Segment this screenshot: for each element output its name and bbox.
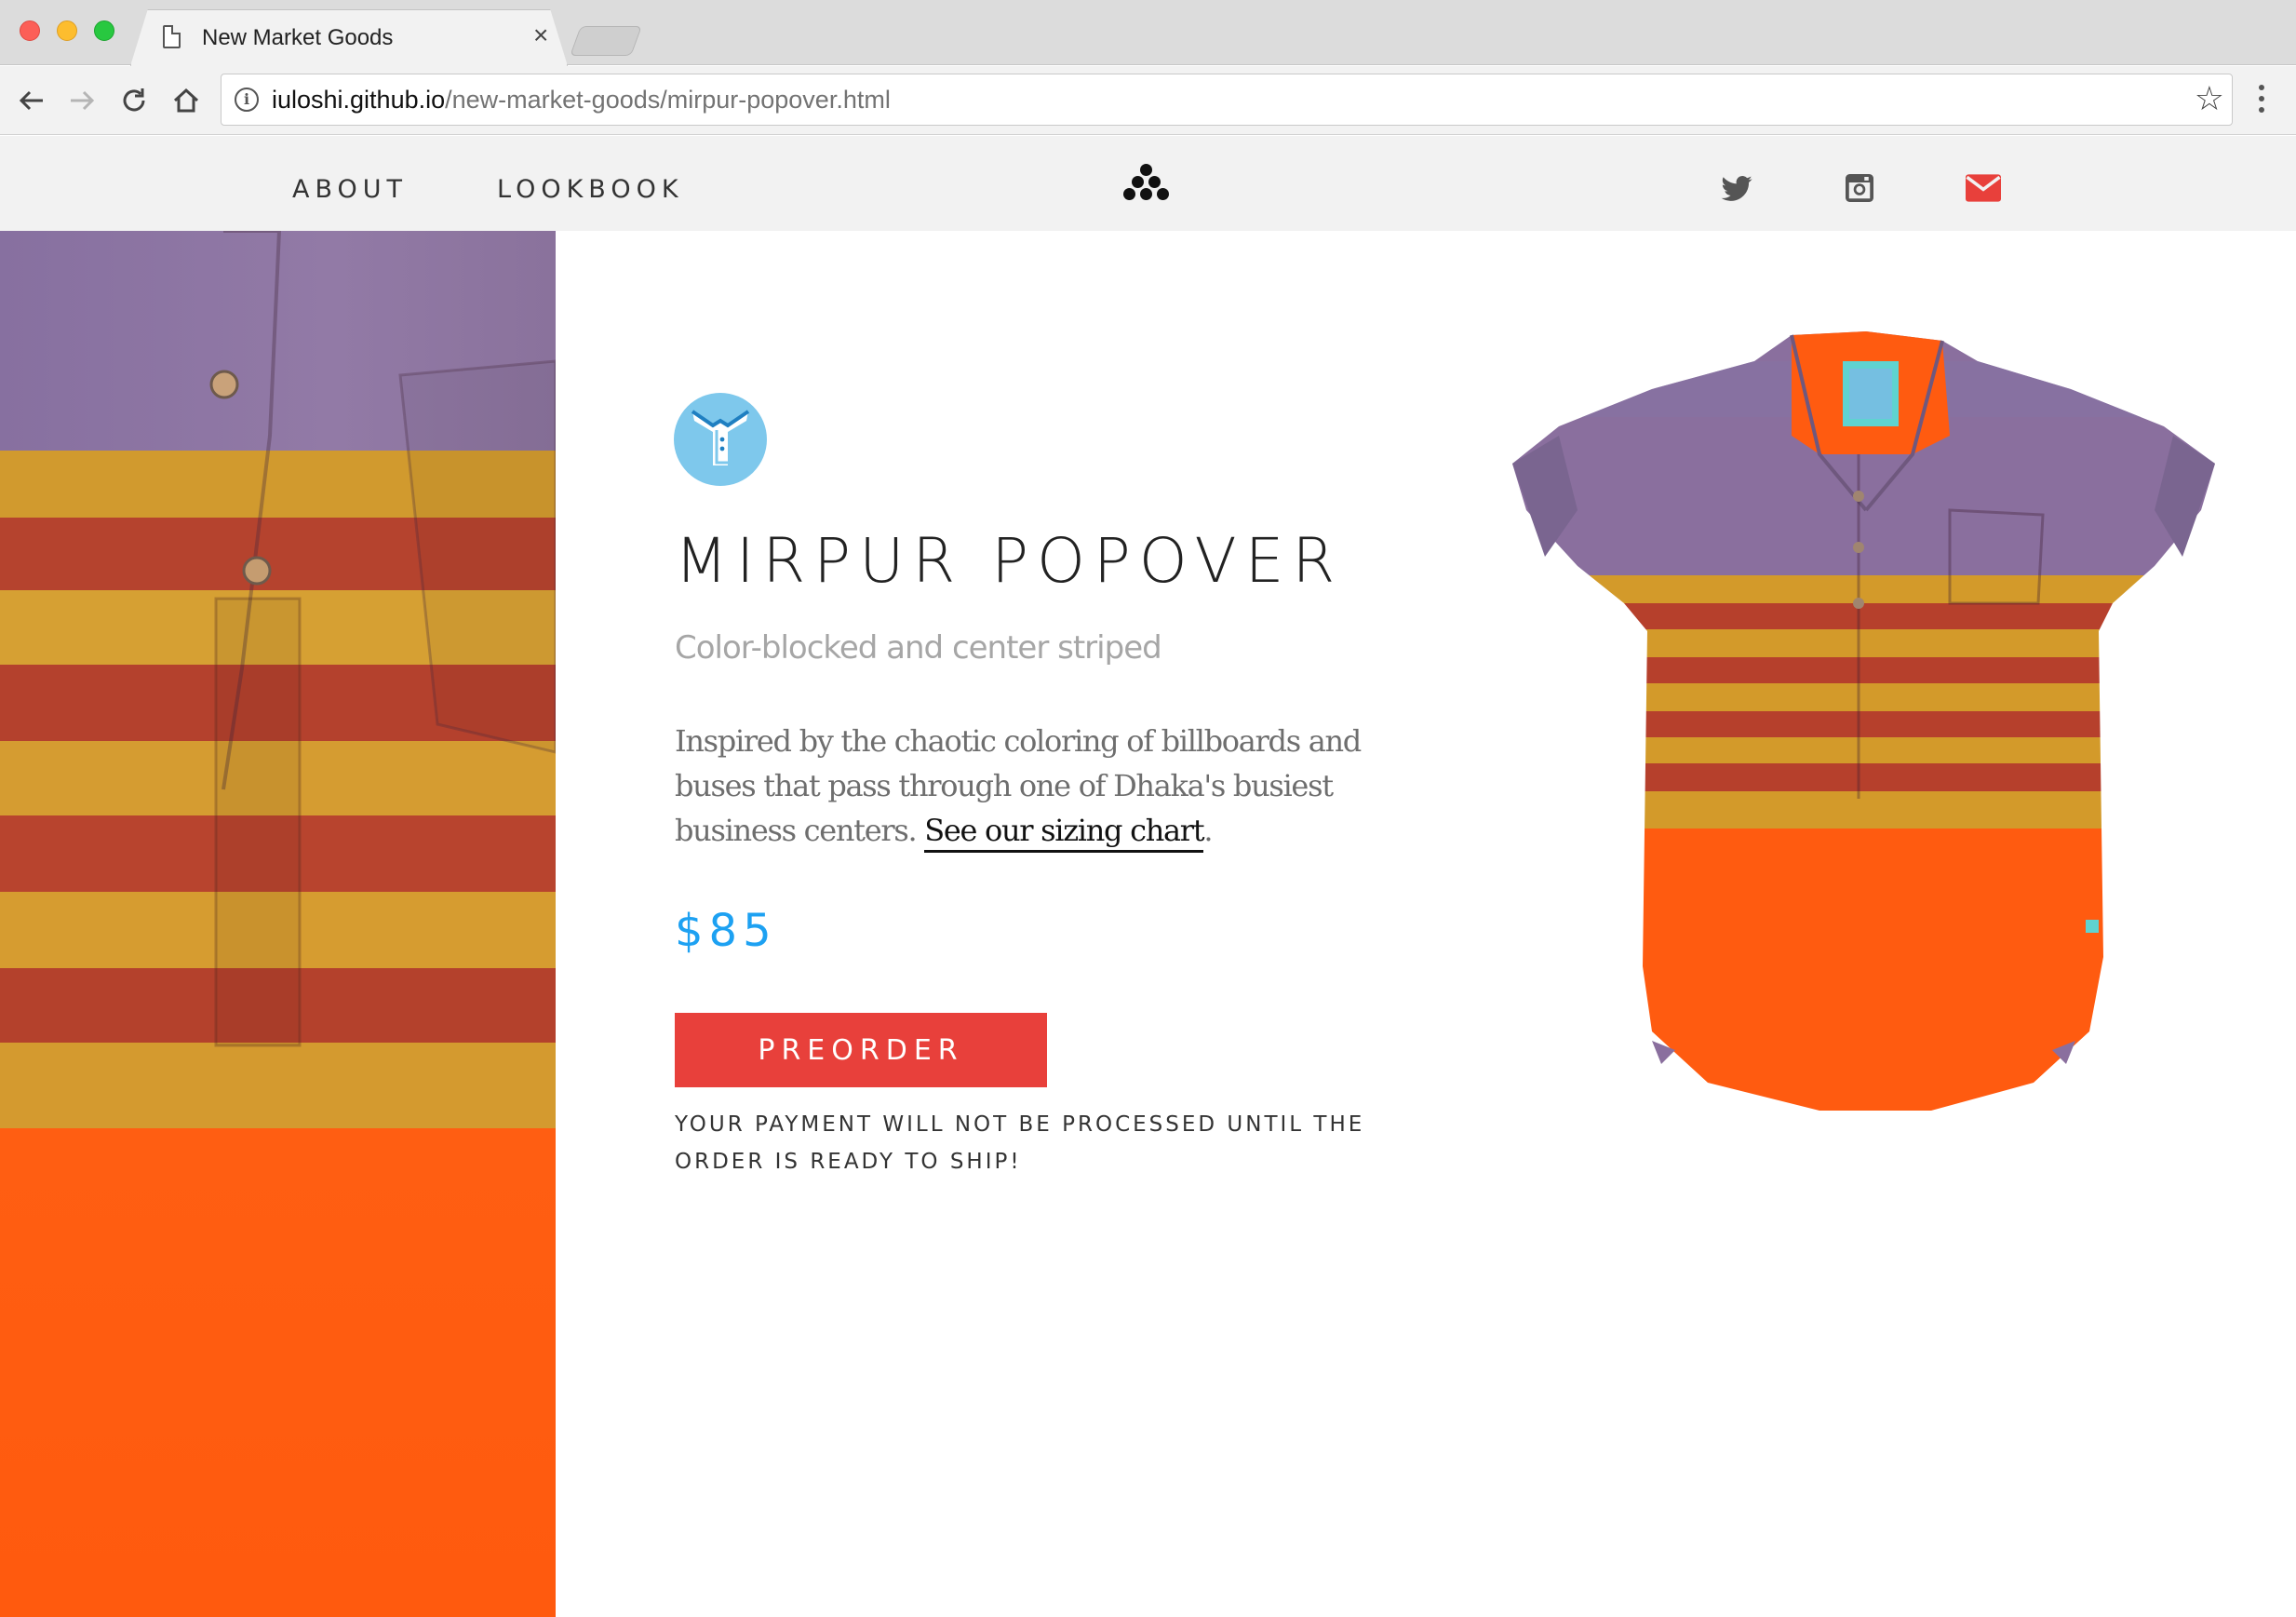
browser-tab-strip: New Market Goods ×	[0, 0, 2296, 66]
twitter-icon[interactable]	[1720, 171, 1753, 205]
home-button[interactable]	[166, 80, 207, 121]
zoom-window-button[interactable]	[94, 20, 114, 41]
browser-toolbar: i iuloshi.github.io/new-market-goods/mir…	[0, 66, 2296, 135]
tab-close-icon[interactable]: ×	[533, 22, 548, 48]
product-title: MIRPUR POPOVER	[675, 525, 1344, 597]
nav-about-link[interactable]: ABOUT	[292, 175, 408, 204]
product-description: Inspired by the chaotic coloring of bill…	[675, 719, 1382, 853]
url-text[interactable]: iuloshi.github.io/new-market-goods/mirpu…	[272, 86, 891, 115]
site-logo-icon[interactable]	[1123, 164, 1169, 201]
site-header: ABOUT LOOKBOOK	[0, 136, 2296, 231]
brand-badge-icon	[674, 393, 767, 486]
instagram-icon[interactable]	[1843, 171, 1876, 205]
new-tab-button[interactable]	[570, 26, 642, 56]
shirt-closeup-photo	[0, 231, 556, 1617]
payment-note: YOUR PAYMENT WILL NOT BE PROCESSED UNTIL…	[675, 1112, 1365, 1174]
close-window-button[interactable]	[20, 20, 40, 41]
product-subtitle: Color-blocked and center striped	[675, 629, 1162, 667]
back-button[interactable]	[11, 80, 52, 121]
info-icon[interactable]: i	[235, 88, 259, 112]
placket-detail	[209, 231, 556, 1047]
description-end: .	[1203, 813, 1213, 848]
url-path: /new-market-goods/mirpur-popover.html	[445, 86, 891, 114]
tab-title: New Market Goods	[202, 25, 394, 50]
page-icon	[163, 25, 181, 48]
active-tab-content: New Market Goods ×	[163, 9, 554, 66]
product-price: $85	[675, 905, 777, 957]
nav-lookbook-link[interactable]: LOOKBOOK	[497, 175, 684, 204]
sizing-chart-link[interactable]: See our sizing chart	[924, 813, 1205, 853]
url-host: iuloshi.github.io	[272, 86, 446, 114]
product-details: MIRPUR POPOVER Color-blocked and center …	[556, 231, 2296, 1617]
product-shirt-image	[1512, 331, 2215, 1111]
minimize-window-button[interactable]	[57, 20, 77, 41]
back-arrow-icon	[19, 90, 43, 111]
mail-icon[interactable]	[1966, 171, 2001, 205]
reload-icon	[123, 88, 145, 112]
preorder-button[interactable]: PREORDER	[675, 1013, 1047, 1087]
forward-button[interactable]	[61, 80, 102, 121]
address-bar[interactable]: i iuloshi.github.io/new-market-goods/mir…	[221, 74, 2233, 126]
home-icon	[173, 88, 199, 113]
forward-arrow-icon	[71, 90, 95, 111]
browser-menu-icon[interactable]	[2257, 85, 2266, 116]
bookmark-star-icon[interactable]: ☆	[2195, 80, 2224, 117]
reload-button[interactable]	[114, 80, 154, 121]
